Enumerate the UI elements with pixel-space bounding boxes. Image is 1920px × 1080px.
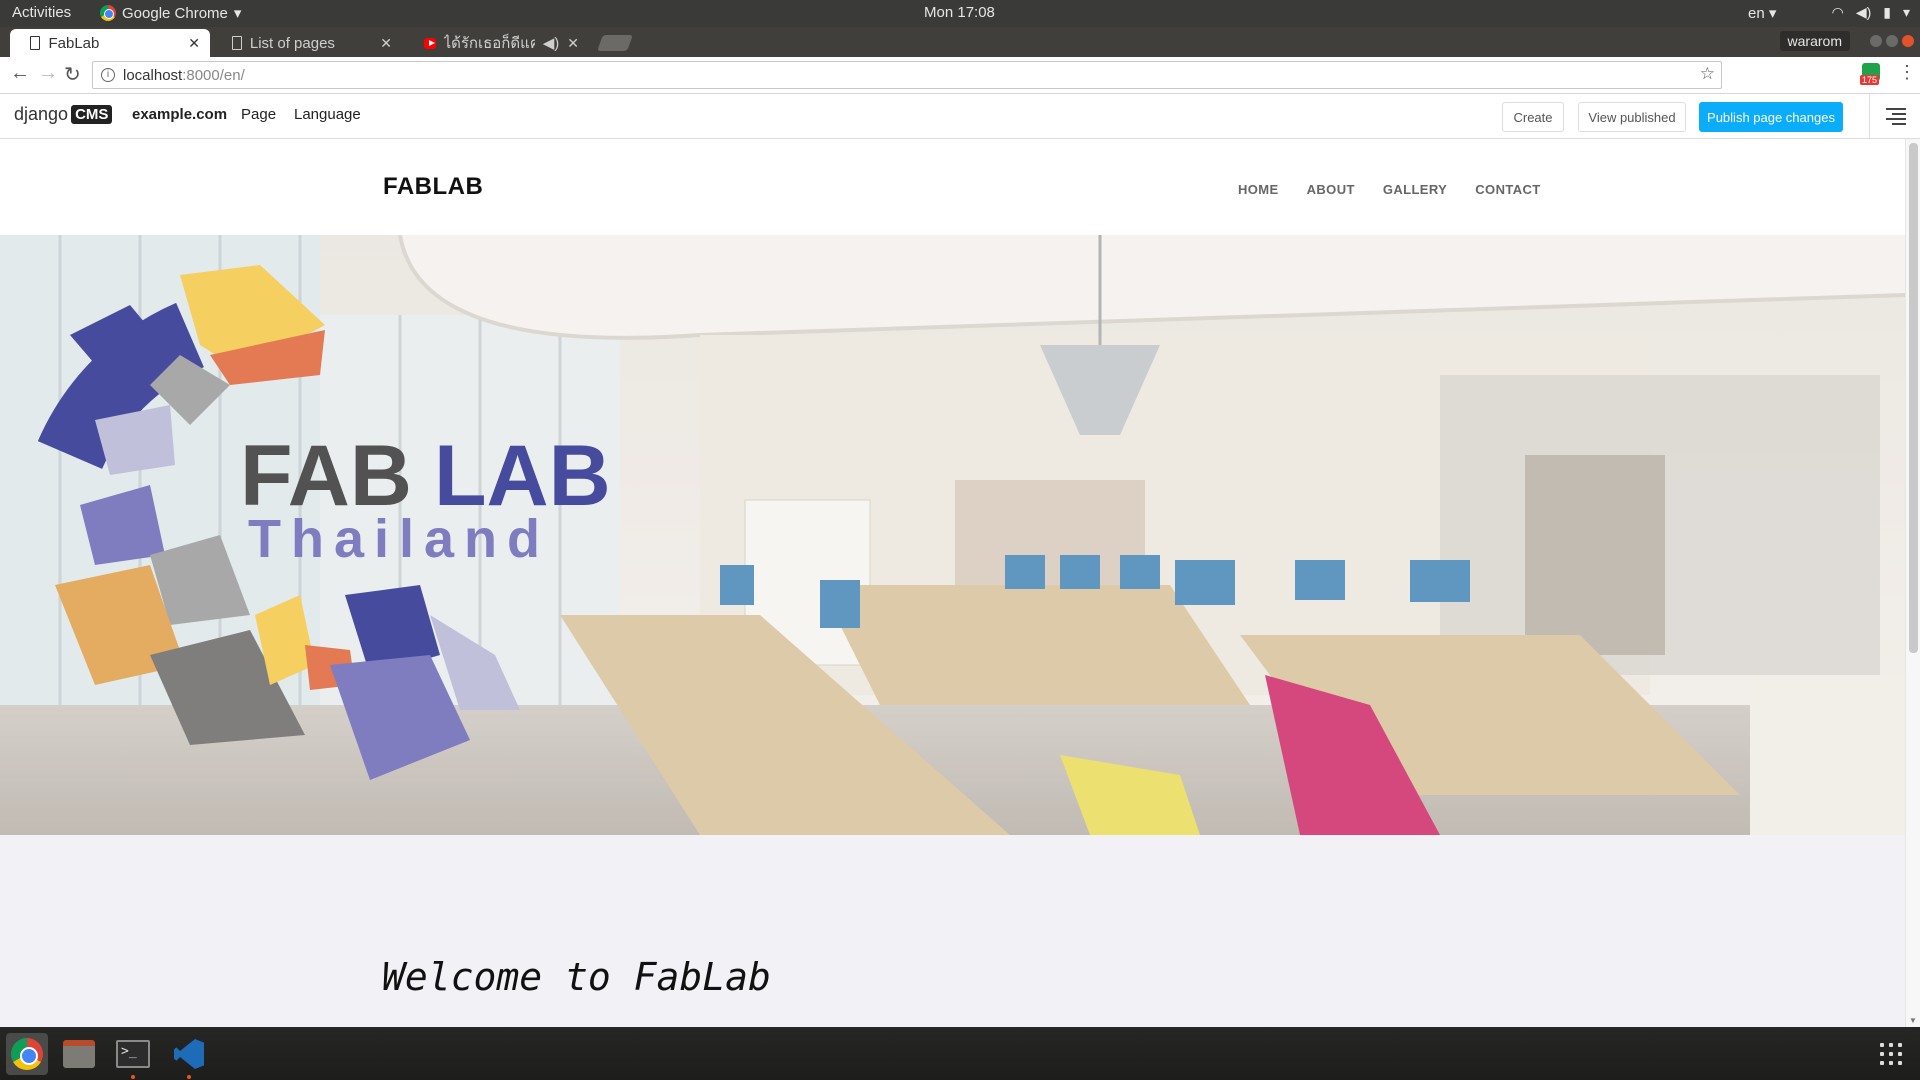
dock-terminal-launcher[interactable]: >_ <box>112 1033 154 1079</box>
site-header: FABLAB HOME ABOUT GALLERY CONTACT <box>0 139 1905 235</box>
tab-title: ได้รักเธอก็ดีแค่ไหน <box>443 35 535 52</box>
hero-illustration: FAB LAB Thailand <box>0 235 1905 835</box>
language-indicator[interactable]: en ▾ <box>1748 4 1776 22</box>
files-icon <box>63 1040 95 1068</box>
site-navigation: HOME ABOUT GALLERY CONTACT <box>1238 182 1541 197</box>
close-tab-icon[interactable]: ✕ <box>380 35 392 52</box>
extension-badge: 175 <box>1860 75 1880 85</box>
tab-title: FabLab <box>48 34 100 52</box>
tab-youtube[interactable]: ได้รักเธอก็ดีแค่ไหน ◀) ✕ <box>404 29 589 57</box>
forward-arrow-icon[interactable]: → <box>38 62 58 85</box>
app-menu-label: Google Chrome <box>122 4 228 22</box>
page-menu[interactable]: Page <box>241 106 276 123</box>
back-arrow-icon[interactable]: ← <box>10 62 30 85</box>
battery-icon: ▮ <box>1883 4 1891 20</box>
browser-tab-strip: FabLab ✕ List of pages ✕ ได้รักเธอก็ดีแค… <box>0 27 1920 57</box>
site-menu[interactable]: example.com <box>132 106 227 123</box>
nav-contact[interactable]: CONTACT <box>1475 182 1540 197</box>
cms-logo[interactable]: django CMS <box>14 104 113 125</box>
caret-down-icon: ▾ <box>1902 4 1910 20</box>
chrome-icon <box>11 1038 43 1070</box>
site-brand[interactable]: FABLAB <box>383 173 483 201</box>
running-indicator <box>131 1075 135 1079</box>
tab-list-of-pages[interactable]: List of pages ✕ <box>212 29 402 57</box>
page-icon <box>232 36 242 50</box>
info-icon[interactable]: i <box>101 68 115 82</box>
language-menu[interactable]: Language <box>294 106 361 123</box>
new-tab-button[interactable] <box>597 35 633 51</box>
vscode-icon <box>174 1039 204 1069</box>
close-tab-icon[interactable]: ✕ <box>567 35 579 52</box>
show-applications-icon[interactable] <box>1880 1043 1902 1065</box>
tab-title: List of pages <box>249 34 335 52</box>
maximize-icon[interactable] <box>1886 35 1898 47</box>
activities-button[interactable]: Activities <box>12 4 71 21</box>
url-host: localhost <box>123 66 183 84</box>
running-indicator <box>187 1075 191 1079</box>
audio-playing-icon[interactable]: ◀) <box>543 34 560 52</box>
wifi-icon: ◠ <box>1831 4 1844 20</box>
close-window-icon[interactable] <box>1902 35 1914 47</box>
bookmark-star-icon[interactable]: ☆ <box>1700 64 1715 84</box>
caret-down-icon: ▾ <box>233 5 242 22</box>
publish-page-changes-button[interactable]: Publish page changes <box>1699 102 1843 132</box>
url-path: :8000/en/ <box>182 66 245 84</box>
scroll-down-icon[interactable]: ▼ <box>1909 1016 1917 1025</box>
create-button[interactable]: Create <box>1502 102 1564 132</box>
scrollbar-thumb[interactable] <box>1909 143 1918 653</box>
hero-banner: FAB LAB Thailand <box>0 235 1905 835</box>
address-bar[interactable]: i localhost:8000/en/ ☆ <box>92 61 1722 89</box>
dock-files-launcher[interactable] <box>58 1033 100 1075</box>
tab-fablab[interactable]: FabLab ✕ <box>10 29 210 57</box>
app-menu[interactable]: Google Chrome ▾ <box>100 4 241 22</box>
cms-logo-text: django <box>14 104 69 124</box>
page-icon <box>30 36 41 50</box>
nav-gallery[interactable]: GALLERY <box>1383 182 1447 197</box>
dock: >_ <box>0 1027 1920 1080</box>
nav-home[interactable]: HOME <box>1238 182 1279 197</box>
cms-toolbar: django CMS example.com Page Language Cre… <box>0 94 1920 139</box>
system-top-bar: Activities Google Chrome ▾ Mon 17:08 en … <box>0 0 1920 27</box>
welcome-heading: Welcome to FabLab <box>382 955 771 999</box>
browser-toolbar: ← → ↻ i localhost:8000/en/ ☆ 175 ⋮ <box>0 57 1920 94</box>
more-menu-icon[interactable]: ⋮ <box>1898 62 1916 83</box>
youtube-icon <box>424 37 436 49</box>
minimize-icon[interactable] <box>1870 35 1882 47</box>
sideframe-toggle-icon[interactable] <box>1869 94 1920 139</box>
profile-button[interactable]: wararom <box>1779 31 1850 51</box>
clock[interactable]: Mon 17:08 <box>924 4 995 21</box>
status-menu[interactable]: ◠ ◀) ▮ ▾ <box>1832 4 1910 21</box>
terminal-icon: >_ <box>116 1040 150 1068</box>
dock-chrome-launcher[interactable] <box>6 1033 48 1075</box>
nav-about[interactable]: ABOUT <box>1307 182 1355 197</box>
language-label: en <box>1748 5 1765 22</box>
chrome-icon <box>100 5 116 21</box>
window-controls <box>1870 35 1914 47</box>
cms-logo-badge: CMS <box>71 105 113 124</box>
page-scrollbar[interactable]: ▼ <box>1905 139 1920 1027</box>
view-published-button[interactable]: View published <box>1578 102 1686 132</box>
volume-icon: ◀) <box>1855 4 1872 20</box>
close-tab-icon[interactable]: ✕ <box>188 35 200 52</box>
dock-vscode-launcher[interactable] <box>168 1033 210 1079</box>
reload-icon[interactable]: ↻ <box>64 62 81 87</box>
